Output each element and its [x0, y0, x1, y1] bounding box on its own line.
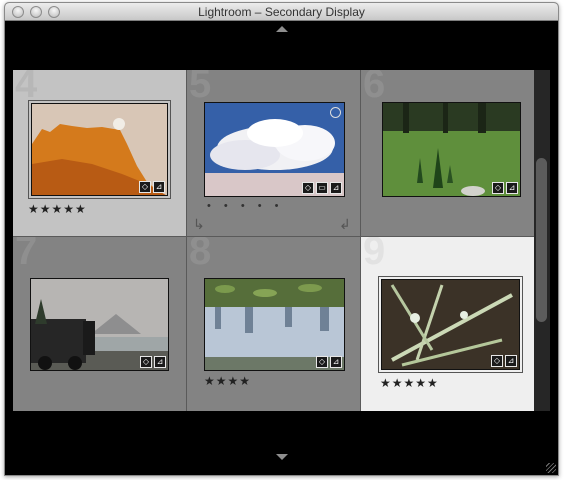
vertical-scrollbar[interactable] — [534, 70, 550, 411]
stack-icon: ▭ — [316, 182, 328, 194]
scroll-down-arrow-icon[interactable] — [276, 454, 288, 460]
keyword-icon: ◇ — [302, 182, 314, 194]
keyword-icon: ◇ — [316, 356, 328, 368]
thumbnail-image[interactable]: ◇ ⊿ — [381, 279, 520, 370]
star-rating[interactable]: ★★★★★ — [380, 376, 439, 390]
thumbnail-image[interactable]: ◇ ▭ ⊿ — [204, 102, 345, 197]
thumbnail-image[interactable]: ◇ ⊿ — [382, 102, 521, 197]
window-title: Lightroom – Secondary Display — [198, 5, 365, 19]
grid-cell-6[interactable]: 6 ◇ ⊿ — [361, 70, 534, 236]
star-rating[interactable]: ★★★★ — [204, 374, 251, 388]
grid-cell-5[interactable]: 5 ◇ ▭ ⊿ • • • • • ↳ ↲ — [187, 70, 360, 236]
cell-index: 8 — [189, 237, 212, 273]
crop-icon: ⊿ — [154, 356, 166, 368]
cell-index: 9 — [363, 237, 386, 273]
thumbnail-grid: 4 ◇ ⊿ ★★★★★ 5 ◇ ▭ ⊿ • • • • • ↳ ↲ 6 ◇ ⊿ … — [13, 70, 534, 411]
thumbnail-badges: ◇ ⊿ — [316, 356, 342, 368]
lightroom-secondary-window: Lightroom – Secondary Display 4 ◇ ⊿ ★★★★… — [4, 2, 559, 476]
filmstrip-grid-area: 4 ◇ ⊿ ★★★★★ 5 ◇ ▭ ⊿ • • • • • ↳ ↲ 6 ◇ ⊿ … — [5, 22, 558, 475]
keyword-icon: ◇ — [491, 355, 503, 367]
keyword-icon: ◇ — [139, 181, 151, 193]
thumbnail-image[interactable]: ◇ ⊿ — [30, 278, 169, 371]
target-circle-icon — [330, 107, 341, 118]
crop-icon: ⊿ — [330, 356, 342, 368]
thumbnail-badges: ◇ ⊿ — [492, 182, 518, 194]
grid-cell-4[interactable]: 4 ◇ ⊿ ★★★★★ — [13, 70, 186, 236]
rating-dots[interactable]: • • • • • — [207, 200, 283, 212]
thumbnail-image[interactable]: ◇ ⊿ — [204, 278, 345, 371]
grid-cell-7[interactable]: 7 ◇ ⊿ — [13, 237, 186, 411]
rotate-right-icon[interactable]: ↲ — [339, 216, 351, 233]
crop-icon: ⊿ — [330, 182, 342, 194]
star-rating[interactable]: ★★★★★ — [28, 202, 87, 216]
thumbnail-frame: ◇ ⊿ — [378, 276, 523, 373]
resize-handle-icon[interactable] — [546, 463, 556, 473]
crop-icon: ⊿ — [153, 181, 165, 193]
scroll-up-arrow-icon[interactable] — [276, 26, 288, 32]
grid-cell-9[interactable]: 9 ◇ ⊿ ★★★★★ — [361, 237, 534, 411]
thumbnail-badges: ◇ ▭ ⊿ — [302, 182, 342, 194]
title-bar: Lightroom – Secondary Display — [5, 3, 558, 21]
crop-icon: ⊿ — [505, 355, 517, 367]
scrollbar-thumb[interactable] — [536, 158, 547, 322]
thumbnail-badges: ◇ ⊿ — [491, 355, 517, 367]
thumbnail-image[interactable]: ◇ ⊿ — [31, 103, 168, 196]
rotate-left-icon[interactable]: ↳ — [193, 216, 205, 233]
crop-icon: ⊿ — [506, 182, 518, 194]
thumbnail-frame: ◇ ⊿ — [28, 100, 171, 199]
cell-index: 7 — [15, 237, 38, 273]
thumbnail-badges: ◇ ⊿ — [140, 356, 166, 368]
thumbnail-badges: ◇ ⊿ — [139, 181, 165, 193]
keyword-icon: ◇ — [492, 182, 504, 194]
grid-cell-8[interactable]: 8 ◇ ⊿ ★★★★ — [187, 237, 360, 411]
keyword-icon: ◇ — [140, 356, 152, 368]
